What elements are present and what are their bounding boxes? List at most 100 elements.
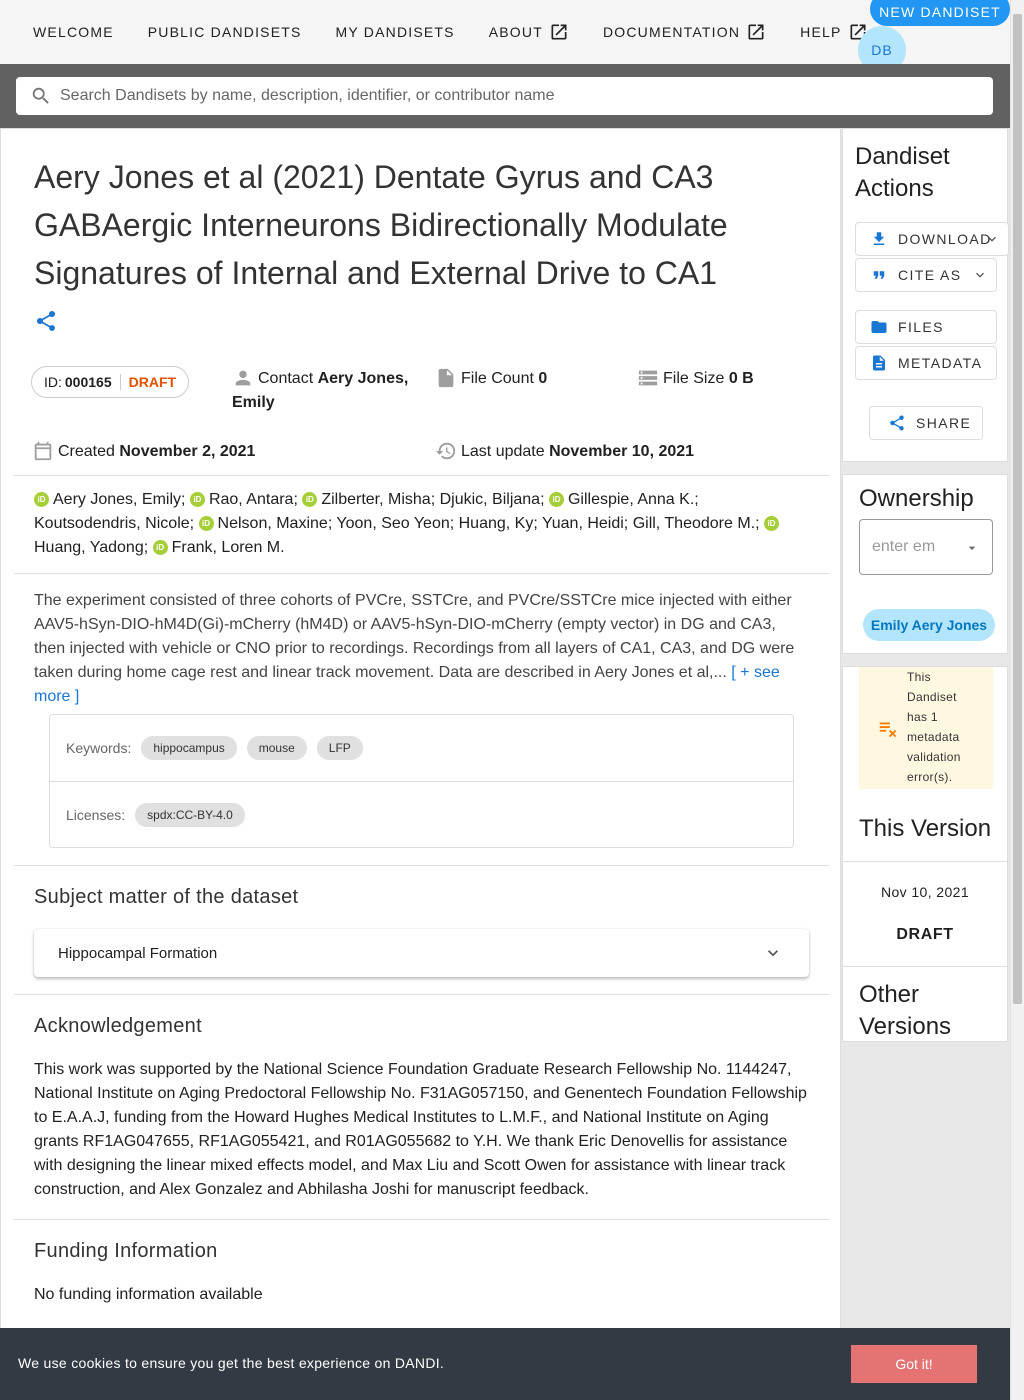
download-button[interactable]: DOWNLOAD	[855, 222, 1009, 256]
ownership-card: Ownership enter em Emily Aery Jones	[842, 474, 1008, 654]
contributor: Koutsodendris, Nicole;	[34, 515, 199, 532]
actions-heading-line1: Dandiset	[855, 143, 950, 170]
calendar-icon	[34, 441, 52, 461]
dandiset-id: 000165	[64, 374, 112, 390]
acknowledgement-text: This work was supported by the National …	[34, 1061, 807, 1198]
contributor-name: Koutsodendris, Nicole	[34, 515, 190, 532]
files-button[interactable]: FILES	[855, 310, 997, 344]
file-size: File Size 0 B	[637, 367, 754, 391]
new-dandiset-button[interactable]: NEW DANDISET	[870, 0, 1010, 26]
contributor-name: Nelson, Maxine	[217, 515, 328, 532]
subject-panel-hippocampal-formation[interactable]: Hippocampal Formation	[34, 929, 809, 977]
contact-name: Aery Jones,	[317, 370, 409, 387]
identifier-chip: ID: 000165 DRAFT	[31, 366, 190, 398]
contributor-name: Gill, Theodore M.	[632, 515, 756, 532]
owner-select[interactable]: enter em	[859, 519, 993, 575]
orcid-icon[interactable]: iD	[198, 516, 214, 531]
orcid-icon[interactable]: iD	[548, 492, 564, 507]
contributor: Gill, Theodore M.;	[632, 515, 764, 532]
files-label: FILES	[898, 319, 944, 335]
updated-label: Last update	[461, 443, 545, 460]
licenses-label: Licenses:	[66, 807, 126, 823]
contributor-name: Huang, Yadong	[34, 539, 144, 556]
nav-documentation-label: DOCUMENTATION	[602, 24, 741, 40]
ownership-heading: Ownership	[859, 485, 974, 512]
metadata-label: METADATA	[898, 355, 983, 371]
file-count-label: File Count	[461, 370, 534, 387]
share-label: SHARE	[916, 415, 972, 431]
nav-welcome[interactable]: WELCOME	[16, 24, 131, 40]
funding-text: No funding information available	[34, 1286, 263, 1303]
contributor-name: Zilberter, Misha	[321, 491, 431, 508]
owner-select-placeholder: enter em	[872, 538, 936, 555]
nav-documentation[interactable]: DOCUMENTATION	[586, 22, 783, 42]
nav-public-dandisets-label: PUBLIC DANDISETS	[147, 24, 302, 40]
contact-label: Contact	[258, 370, 314, 387]
dandiset-actions-card: Dandiset Actions DOWNLOAD CITE AS FILES …	[842, 128, 1009, 462]
versions-card: This Dandiset has 1 metadata validation …	[842, 666, 1008, 1042]
download-label: DOWNLOAD	[898, 231, 992, 247]
keyword-chip: LFP	[316, 736, 363, 760]
chevron-down-icon	[988, 236, 996, 242]
history-icon	[435, 442, 456, 460]
file-size-value: 0 B	[728, 370, 754, 387]
cite-as-button[interactable]: CITE AS	[855, 258, 997, 292]
orcid-icon[interactable]: iD	[189, 492, 205, 507]
this-version-heading: This Version	[859, 815, 992, 842]
document-icon	[873, 355, 885, 371]
nav-about[interactable]: ABOUT	[472, 22, 586, 42]
share-button[interactable]: SHARE	[869, 406, 983, 440]
orcid-icon[interactable]: iD	[764, 516, 779, 531]
folder-icon	[871, 321, 887, 333]
nav-welcome-label: WELCOME	[33, 24, 114, 40]
other-versions-line2: Versions	[859, 1013, 952, 1040]
actions-heading-line2: Actions	[855, 175, 934, 202]
validation-warning[interactable]: This Dandiset has 1 metadata validation …	[859, 667, 993, 789]
file-count-value: 0	[538, 370, 548, 387]
nav-public-dandisets[interactable]: PUBLIC DANDISETS	[131, 24, 319, 40]
other-versions-heading: Other Versions	[859, 979, 951, 1043]
divider	[14, 994, 829, 995]
page-scrollbar[interactable]	[1010, 0, 1024, 1400]
divider	[14, 865, 829, 866]
person-icon	[235, 370, 251, 386]
version-label[interactable]: DRAFT	[843, 926, 1007, 944]
cookie-message: We use cookies to ensure you get the bes…	[18, 1355, 445, 1371]
created-label: Created	[58, 443, 115, 460]
metadata-button[interactable]: METADATA	[855, 346, 997, 380]
file-icon	[438, 368, 454, 388]
contributor: iD Frank, Loren M.	[152, 539, 285, 556]
keyword-chip: mouse	[246, 736, 307, 760]
created-value: November 2, 2021	[119, 443, 256, 460]
divider	[14, 475, 829, 476]
search-icon	[32, 87, 49, 104]
share-icon[interactable]	[34, 309, 58, 333]
chevron-down-icon	[768, 950, 778, 957]
dandiset-description: The experiment consisted of three cohort…	[34, 589, 804, 709]
licenses-row: Licenses: spdx:CC-BY-4.0	[66, 803, 245, 827]
share-icon	[890, 415, 904, 431]
owner-chip[interactable]: Emily Aery Jones	[863, 609, 995, 641]
contributor: iD Rao, Antara;	[189, 491, 302, 508]
cookie-banner: We use cookies to ensure you get the bes…	[0, 1328, 1010, 1400]
dropdown-arrow-icon	[968, 546, 976, 550]
license-chip: spdx:CC-BY-4.0	[135, 803, 245, 827]
nav-help-label: HELP	[800, 24, 842, 40]
nav-my-dandisets[interactable]: MY DANDISETS	[319, 24, 472, 40]
cookie-accept-button[interactable]: Got it!	[851, 1345, 977, 1383]
orcid-icon[interactable]: iD	[152, 540, 168, 555]
updated-value: November 10, 2021	[549, 443, 695, 460]
orcid-icon[interactable]: iD	[302, 492, 318, 507]
contributor: iD Zilberter, Misha;	[302, 491, 439, 508]
contributor-name: Gillespie, Anna K.	[567, 491, 695, 508]
cite-as-label: CITE AS	[898, 267, 962, 283]
orcid-icon[interactable]: iD	[34, 492, 49, 507]
contributor-name: Huang, Ky	[458, 515, 534, 532]
search-band	[0, 64, 1010, 128]
keywords-label: Keywords:	[66, 740, 132, 756]
search-input[interactable]	[60, 87, 960, 105]
subject-item-label: Hippocampal Formation	[58, 944, 218, 962]
contributor-name: Rao, Antara	[208, 491, 294, 508]
validation-message: This Dandiset has 1 metadata validation …	[907, 670, 961, 784]
scrollbar-thumb[interactable]	[1013, 14, 1022, 1004]
